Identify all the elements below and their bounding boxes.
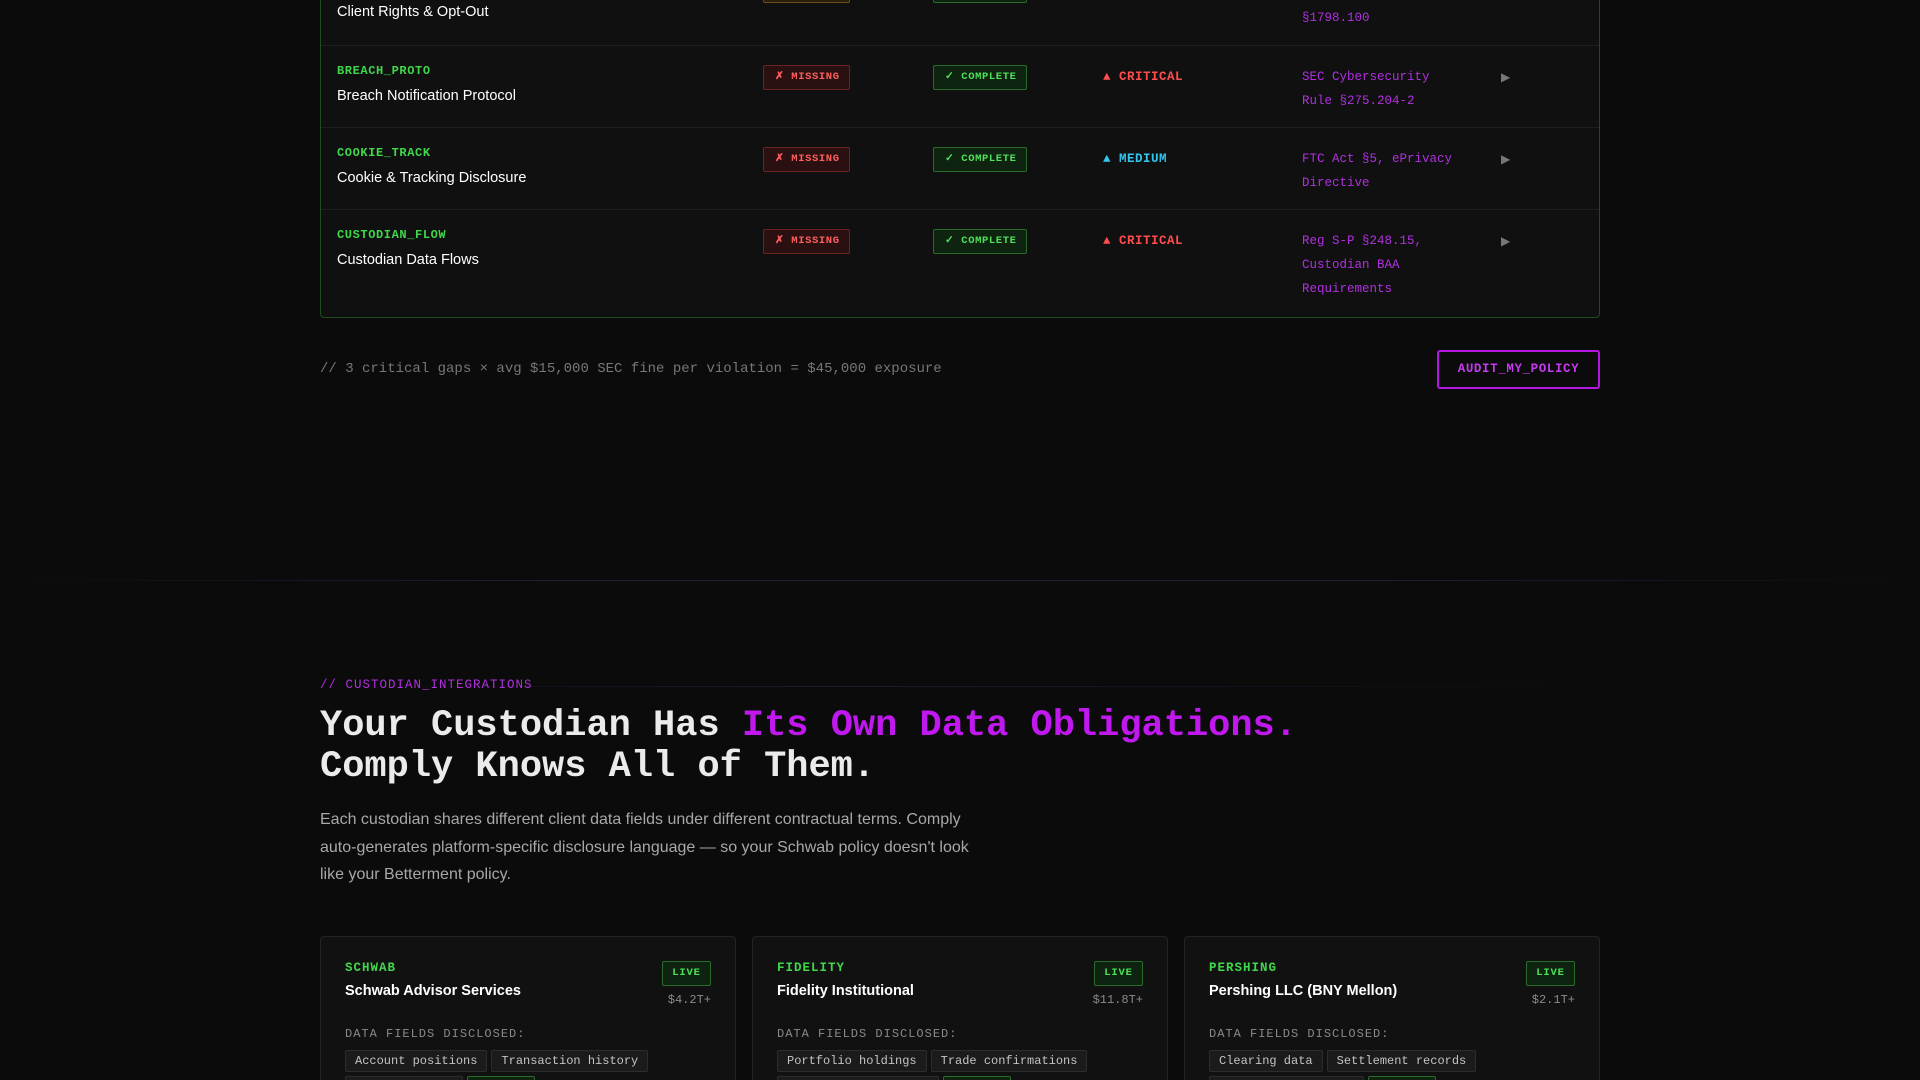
live-status-badge: LIVE [662,961,711,986]
headline-line-two: Comply Knows All of Them. [320,746,876,788]
section-headline: Your Custodian Has Its Own Data Obligati… [320,706,1297,788]
missing-badge: ✗ MISSING [763,147,850,172]
row-name: Custodian Data Flows [337,252,479,268]
audit-my-policy-button[interactable]: AUDIT_MY_POLICY [1437,350,1600,389]
regulation-reference: SEC Cybersecurity Rule §275.204-2 [1302,65,1472,113]
custodian-aum: $2.1T+ [1531,993,1575,1007]
expand-arrow-icon[interactable]: ▶ [1501,234,1510,248]
field-chip: Clearing data [1209,1050,1323,1072]
regulation-line: Requirements [1302,282,1393,296]
missing-badge: ✗ MISSING [763,229,850,254]
section-eyebrow: // CUSTODIAN_INTEGRATIONS [320,678,533,692]
headline-accent: Its Own Data Obligations. [741,705,1297,747]
custodian-card-pershing[interactable]: PERSHING Pershing LLC (BNY Mellon) LIVE … [1184,936,1600,1080]
fields-label: DATA FIELDS DISCLOSED: [777,1027,958,1041]
field-chip-list: Account positions Transaction history [345,1050,715,1080]
table-row[interactable]: BREACH_PROTO Breach Notification Protoco… [321,46,1599,128]
exposure-note: // 3 critical gaps × avg $15,000 SEC fin… [320,361,942,377]
complete-badge: ✓ COMPLETE [933,147,1027,172]
row-code: BREACH_PROTO [337,64,431,78]
field-chip: Portfolio holdings [777,1050,927,1072]
expand-arrow-icon[interactable]: ▶ [1501,70,1510,84]
fields-label: DATA FIELDS DISCLOSED: [345,1027,526,1041]
custodian-aum: $4.2T+ [667,993,711,1007]
section-divider [0,580,1920,581]
field-chip-list: Portfolio holdings Trade confirmations [777,1050,1147,1080]
row-code: CUSTODIAN_FLOW [337,228,447,242]
row-code: COOKIE_TRACK [337,146,431,160]
complete-badge: ✓ COMPLETE [933,229,1027,254]
custodian-code: FIDELITY [777,961,846,975]
regulation-line: Reg S-P §248.15, [1302,234,1423,248]
completeness-badge [933,0,1027,3]
table-row[interactable]: CUSTODIAN_FLOW Custodian Data Flows ✗ MI… [321,210,1599,318]
table-row[interactable]: Client Rights & Opt-Out §1798.100 [321,0,1599,46]
custodian-aum: $11.8T+ [1092,993,1143,1007]
field-chip-highlight [943,1076,1011,1080]
field-chip-highlight [467,1076,535,1080]
row-name: Client Rights & Opt-Out [337,4,489,20]
missing-badge: ✗ MISSING [763,65,850,90]
custodian-name: Schwab Advisor Services [345,983,521,999]
field-chip-list: Clearing data Settlement records [1209,1050,1579,1080]
regulation-line: SEC Cybersecurity [1302,70,1430,84]
policy-gap-table: Client Rights & Opt-Out §1798.100 BREACH… [320,0,1600,318]
custodian-code: PERSHING [1209,961,1278,975]
fields-label: DATA FIELDS DISCLOSED: [1209,1027,1390,1041]
field-chip [777,1076,939,1080]
custodian-card-fidelity[interactable]: FIDELITY Fidelity Institutional LIVE $11… [752,936,1168,1080]
presence-badge [763,0,850,3]
custodian-card-schwab[interactable]: SCHWAB Schwab Advisor Services LIVE $4.2… [320,936,736,1080]
row-name: Breach Notification Protocol [337,88,516,104]
field-chip: Account positions [345,1050,488,1072]
complete-badge: ✓ COMPLETE [933,65,1027,90]
regulation-line: Directive [1302,176,1370,190]
field-chip [1209,1076,1364,1080]
field-chip: Settlement records [1326,1050,1477,1072]
regulation-line: FTC Act §5, ePrivacy [1302,152,1453,166]
live-status-badge: LIVE [1526,961,1575,986]
severity-critical: ▲ CRITICAL [1103,234,1184,248]
field-chip [345,1076,463,1080]
severity-critical: ▲ CRITICAL [1103,70,1184,84]
table-row[interactable]: COOKIE_TRACK Cookie & Tracking Disclosur… [321,128,1599,210]
regulation-line: Custodian BAA [1302,258,1400,272]
regulation-line: Rule §275.204-2 [1302,94,1415,108]
section-lede: Each custodian shares different client d… [320,811,969,883]
severity-medium: ▲ MEDIUM [1103,152,1168,166]
custodian-name: Fidelity Institutional [777,983,914,999]
field-chip: Transaction history [491,1050,649,1072]
custodian-code: SCHWAB [345,961,397,975]
row-name: Cookie & Tracking Disclosure [337,170,527,186]
expand-arrow-icon[interactable]: ▶ [1501,152,1510,166]
field-chip-highlight [1368,1076,1436,1080]
field-chip: Trade confirmations [930,1050,1088,1072]
headline-text: Your Custodian Has [320,705,742,747]
regulation-reference: FTC Act §5, ePrivacy Directive [1302,147,1472,195]
custodian-name: Pershing LLC (BNY Mellon) [1209,983,1398,999]
regulation-reference: Reg S-P §248.15, Custodian BAA Requireme… [1302,229,1472,301]
live-status-badge: LIVE [1094,961,1143,986]
regulation-reference: §1798.100 [1302,11,1370,25]
